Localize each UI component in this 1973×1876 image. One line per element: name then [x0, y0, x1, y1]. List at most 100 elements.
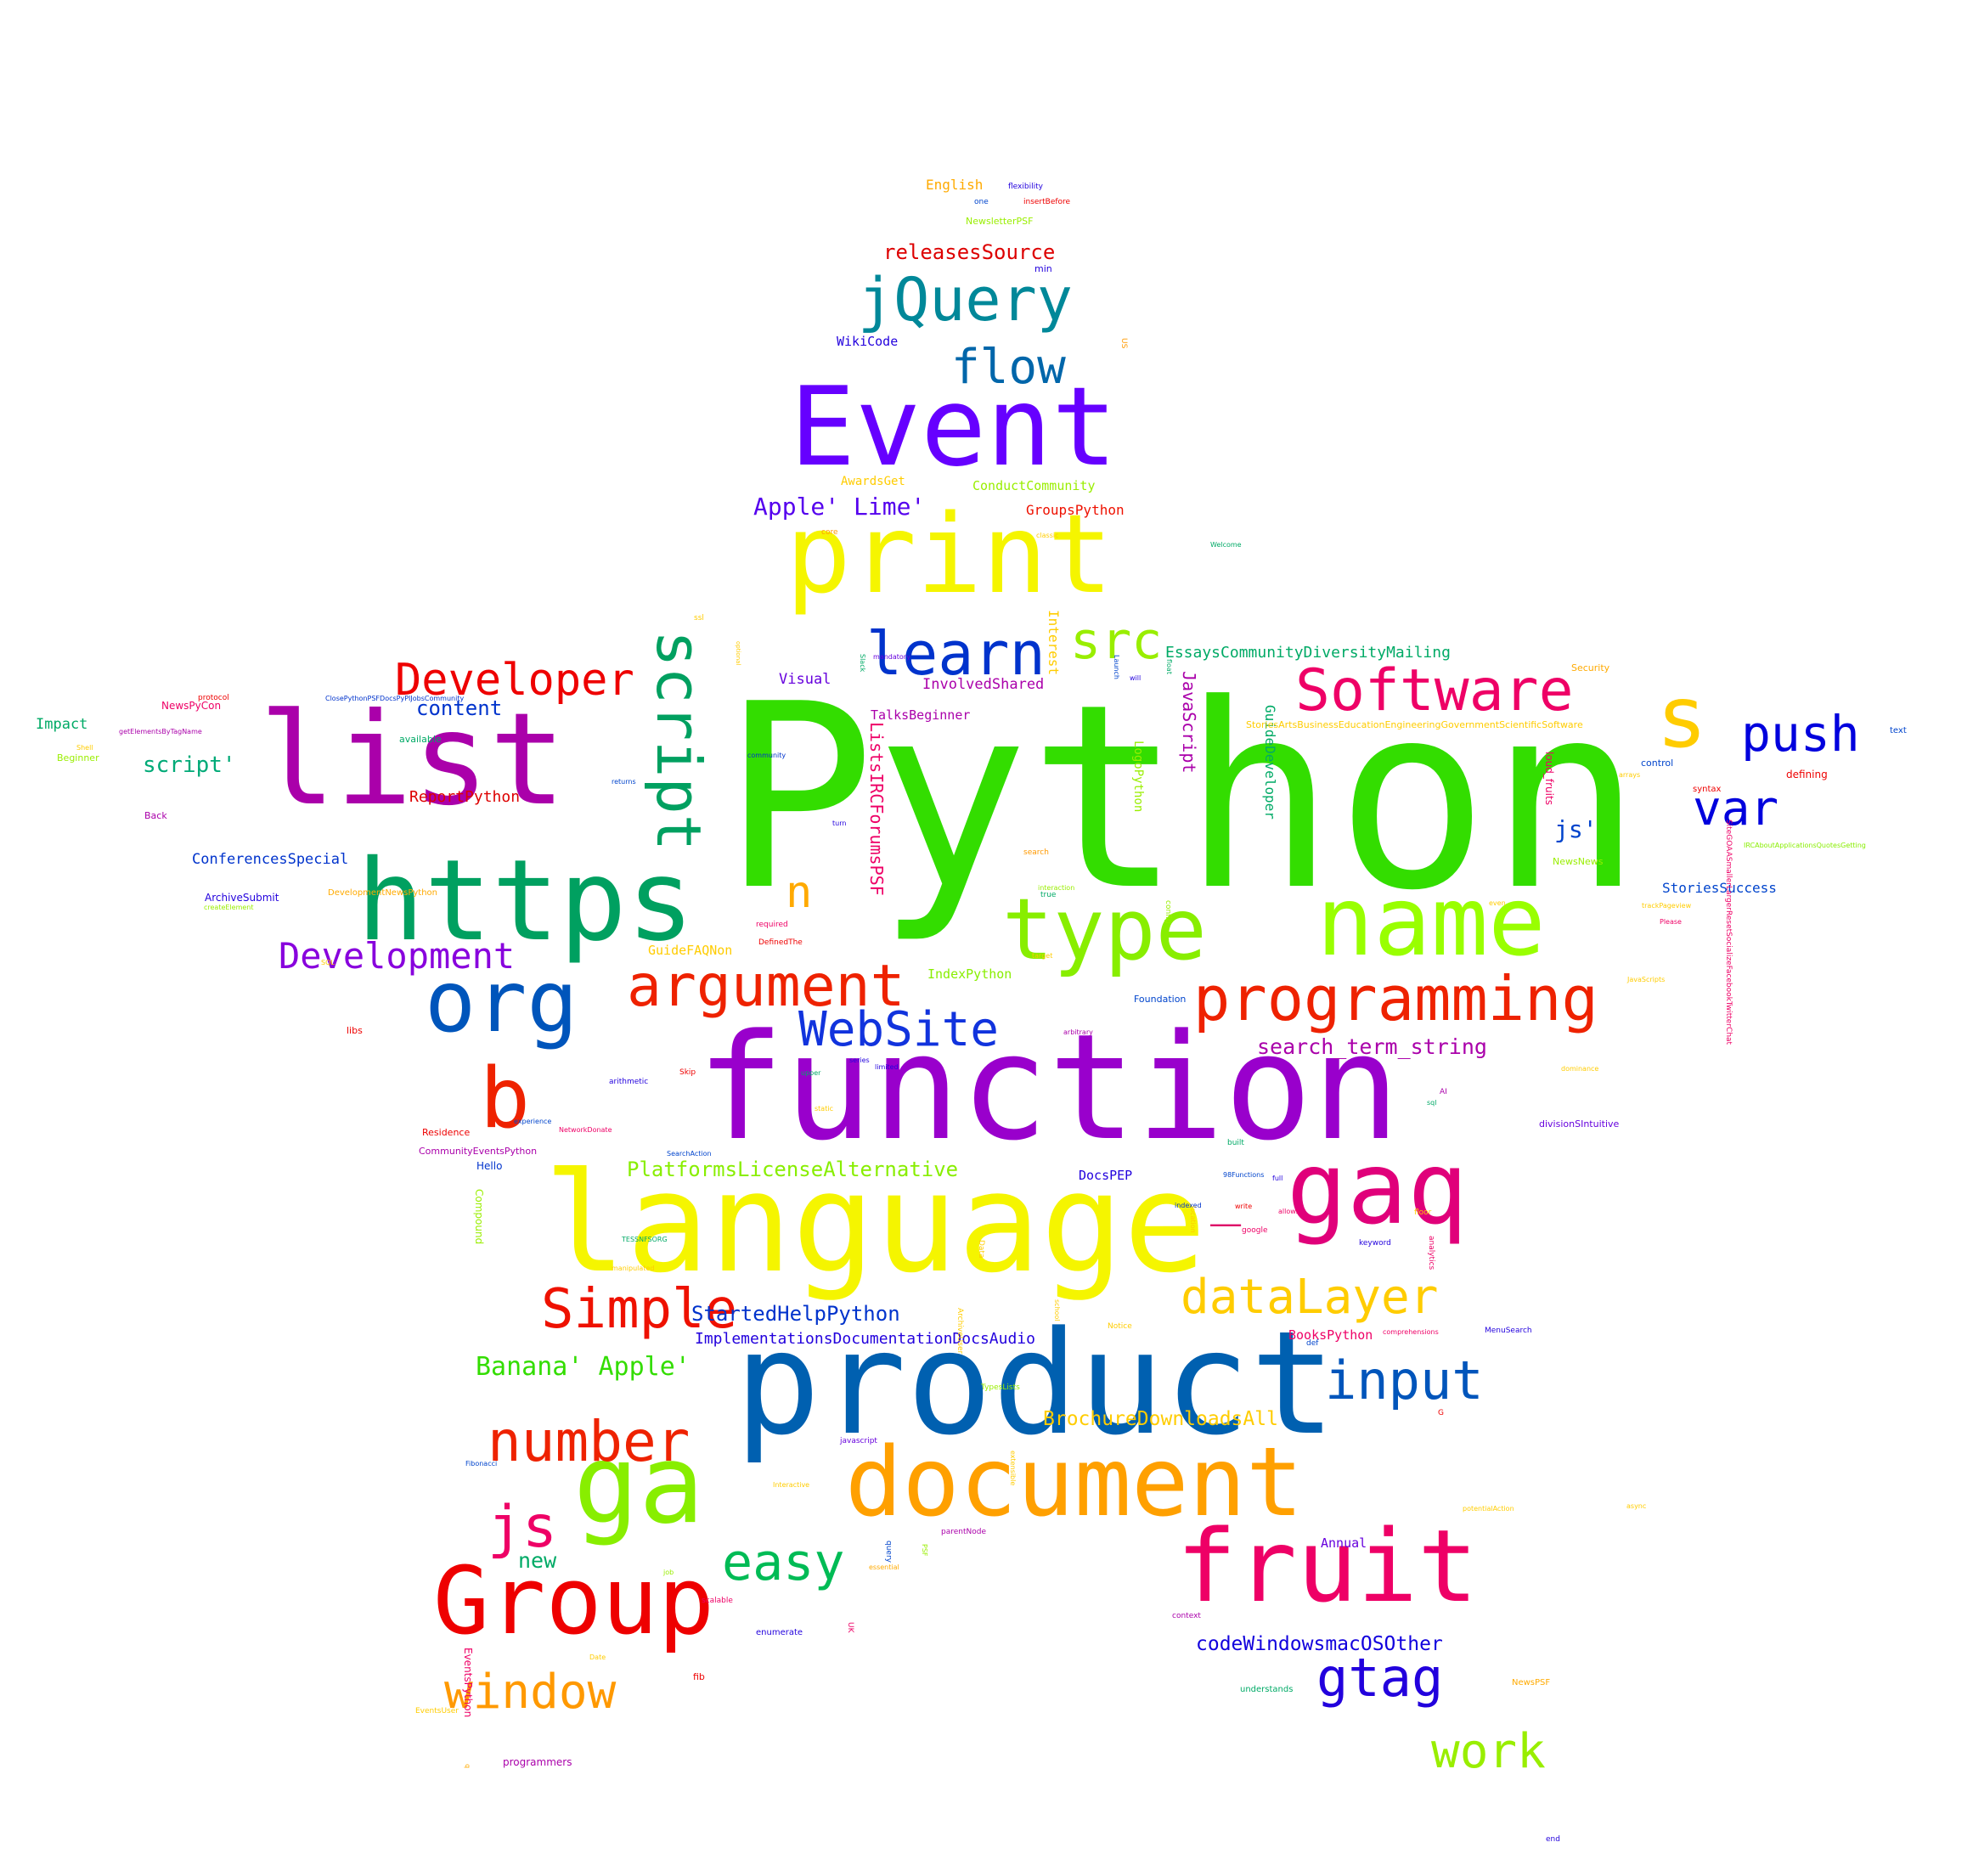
word-189: async	[1626, 1502, 1647, 1510]
word-59: EssaysCommunityDiversityMailing	[1165, 644, 1451, 662]
word-75: Impact	[36, 716, 88, 733]
word-88: defining	[1786, 769, 1828, 780]
word-180: Shell	[76, 744, 93, 752]
word-18: script	[643, 630, 714, 852]
word-93: CommunityEventsPython	[419, 1146, 538, 1157]
word-70: IndexPython	[927, 966, 1012, 982]
word-84: libs	[347, 1025, 363, 1036]
word-42: releasesSource	[883, 240, 1056, 264]
word-145: job	[663, 1569, 674, 1576]
word-149: IRCAboutApplicationsQuotesGetting	[1744, 842, 1866, 849]
word-51: Banana' Apple'	[476, 1352, 691, 1382]
word-169: school	[1053, 1299, 1061, 1321]
word-155: createElement	[204, 904, 254, 911]
word-191: sql	[1427, 1099, 1437, 1107]
word-87: control	[1641, 758, 1674, 769]
word-56: ListsIRCForumsPSF	[866, 722, 887, 896]
word-68: TalksBeginner	[871, 707, 971, 723]
word-152: Data	[977, 1240, 985, 1259]
word-39: gtag	[1316, 1647, 1444, 1709]
word-65: AwardsGet	[841, 475, 905, 488]
word-167: upper	[801, 1069, 821, 1077]
word-102: understands	[1240, 1685, 1294, 1694]
word-98: EventsPython	[462, 1648, 474, 1718]
word-25: flow	[951, 340, 1066, 395]
word-119: returns	[612, 778, 636, 786]
word-175: analytics	[1427, 1236, 1435, 1270]
word-13: _	[1210, 1168, 1242, 1227]
word-96: divisionSIntuitive	[1539, 1118, 1620, 1130]
word-15: type	[1002, 880, 1207, 979]
word-62: WikiCode	[837, 334, 899, 349]
word-33: number	[488, 1409, 691, 1474]
word-123: arbitrary	[1063, 1028, 1093, 1036]
word-140: MenuSearch	[1485, 1327, 1532, 1335]
word-176: Slack	[859, 654, 866, 673]
word-100: fib	[693, 1671, 705, 1682]
word-41: n	[786, 867, 813, 918]
word-27: push	[1741, 705, 1860, 763]
word-12: gaq	[1287, 1130, 1468, 1247]
word-143: parentNode	[941, 1528, 986, 1536]
word-49: PlatformsLicenseAlternative	[627, 1158, 959, 1181]
word-104: end	[1546, 1835, 1560, 1844]
word-118: community	[747, 752, 786, 759]
word-168: static	[815, 1105, 833, 1113]
word-48: search_term_string	[1257, 1034, 1487, 1059]
word-193: Interactive	[773, 1481, 810, 1489]
word-178: Launch	[1113, 655, 1120, 679]
word-95: Hello	[476, 1160, 503, 1172]
word-185: dominance	[1561, 1065, 1599, 1073]
word-187: location	[1189, 1206, 1197, 1233]
word-124: arithmetic	[609, 1078, 649, 1086]
word-40: work	[1431, 1724, 1546, 1779]
word-195: extensible	[1009, 1451, 1017, 1486]
word-101: enumerate	[756, 1628, 803, 1637]
word-183: trackPageview	[1642, 902, 1692, 910]
word-47: js'	[1554, 815, 1598, 843]
word-64: GroupsPython	[1026, 502, 1125, 518]
word-163: EventsUser	[415, 1707, 459, 1715]
word-19: s	[1656, 668, 1708, 767]
word-8: name	[1316, 867, 1546, 977]
word-66: Visual	[779, 671, 831, 688]
word-77: NewsletterPSF	[966, 216, 1034, 227]
word-132: target	[1032, 952, 1053, 960]
word-52: BrochureDownloadsAll	[1043, 1408, 1278, 1430]
word-43: Apple' Lime'	[753, 493, 926, 521]
word-55: new	[518, 1548, 557, 1573]
word-170: manipulated	[612, 1265, 655, 1272]
word-53: codeWindowsmacOSOther	[1196, 1633, 1443, 1655]
word-91: NewsNews	[1553, 856, 1604, 867]
word-105: text	[1890, 726, 1907, 735]
word-136: write	[1235, 1203, 1253, 1210]
word-cloud: Python function product language Event print l…	[0, 0, 1973, 1876]
word-139: keyword	[1359, 1239, 1391, 1248]
word-113: ClosePythonPSFDocsPyPIJobsCommunity	[325, 695, 465, 702]
word-54: ImplementationsDocumentationDocsAudio	[695, 1330, 1035, 1348]
word-85: Security	[1571, 662, 1610, 673]
word-131: required	[756, 921, 788, 929]
word-111: protocol	[198, 694, 229, 702]
word-134: built	[1227, 1139, 1244, 1147]
word-127: experience	[514, 1118, 552, 1125]
word-60: StoriesSuccess	[1662, 880, 1777, 896]
word-86: StoriesArtsBusinessEducationEngineeringG…	[1246, 719, 1583, 730]
word-116: mandatory	[873, 653, 910, 661]
word-115: will	[1130, 674, 1142, 682]
word-81: Beginner	[57, 752, 99, 763]
word-29: WebSite	[798, 1002, 1000, 1057]
word-166: def	[1306, 1339, 1319, 1348]
word-82: available	[399, 734, 442, 745]
word-103: NewsPSF	[1512, 1678, 1551, 1687]
word-46: ReportPython	[409, 788, 521, 806]
word-158: potentialAction	[1463, 1505, 1514, 1513]
word-80: ArchiveSubmit	[205, 892, 279, 904]
word-161: TypesLists	[981, 1383, 1020, 1392]
word-177: float	[1165, 659, 1173, 674]
word-172: PSF	[921, 1544, 928, 1557]
word-160: Notice	[1108, 1322, 1132, 1331]
word-165: G	[1438, 1409, 1444, 1417]
word-192: floor	[1414, 1208, 1432, 1217]
word-135: full	[1272, 1175, 1283, 1182]
